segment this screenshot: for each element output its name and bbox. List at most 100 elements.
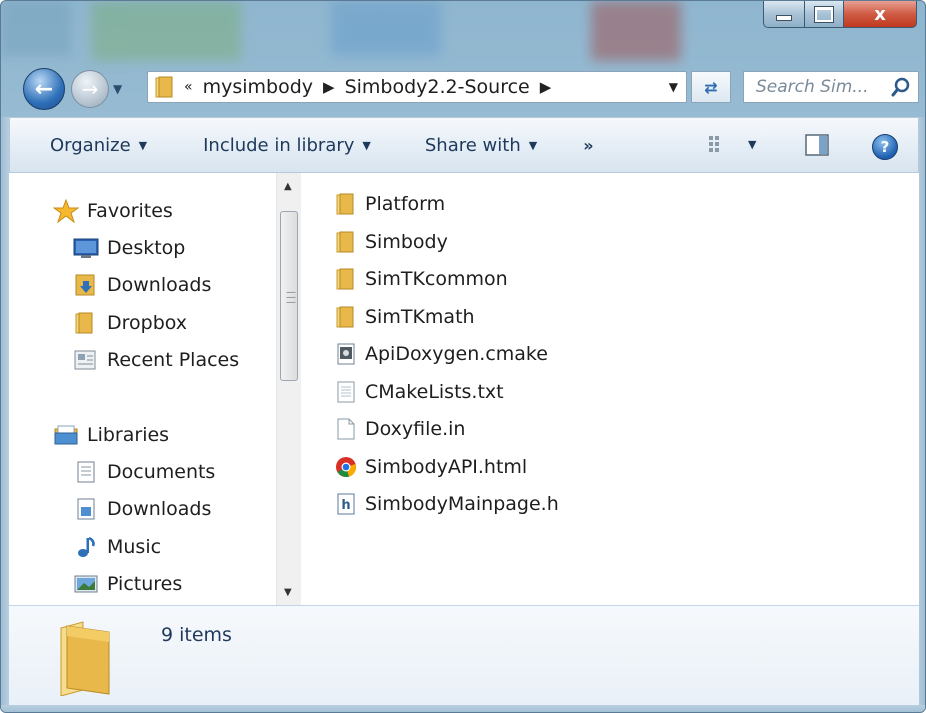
nav-favorites[interactable]: Favorites [53,199,173,223]
chevron-down-icon[interactable]: ▼ [748,138,756,151]
desktop-icon [73,238,99,258]
caption-buttons: x [763,1,917,28]
nav-favorites-label: Favorites [87,200,173,222]
file-item-simtkmath[interactable]: SimTKmath [335,305,475,329]
search-icon[interactable] [890,76,912,98]
music-note-icon [78,536,95,557]
frame-backdrop [91,1,241,61]
documents-icon [77,461,95,483]
breadcrumb-simbody-source[interactable]: Simbody2.2-Source [345,76,530,98]
nav-item-documents[interactable]: Documents [73,460,215,484]
address-dropdown-icon[interactable]: ▼ [669,80,678,94]
file-item-platform[interactable]: Platform [335,192,445,216]
breadcrumb-chevron-icon[interactable]: ▶ [540,78,552,96]
svg-text:h: h [341,498,350,513]
details-pane: 9 items [9,605,919,706]
nav-item-pictures[interactable]: Pictures [73,572,182,596]
back-button[interactable]: ← [23,68,65,110]
chevron-down-icon: ▼ [528,138,538,152]
blank-file-icon [337,418,355,440]
item-count: 9 items [161,624,232,646]
file-item-simbodymainpage-h[interactable]: h SimbodyMainpage.h [335,492,559,516]
maximize-button[interactable] [805,1,844,28]
navigation-pane: Favorites Desktop Downloads Dropbox Rece… [9,173,302,605]
file-item-simbodyapi-html[interactable]: SimbodyAPI.html [335,455,527,479]
recent-pages-dropdown[interactable]: ▼ [113,82,122,96]
maximize-icon [815,6,833,22]
nav-item-label: Documents [107,461,216,483]
forward-arrow-icon: → [81,77,99,101]
breadcrumb-mysimbody[interactable]: mysimbody [203,76,313,98]
frame-backdrop [331,1,441,56]
navigation-scrollbar[interactable]: ▲ — — — ▼ [276,173,301,605]
refresh-icon: ⇄ [704,77,718,97]
folder-icon [155,76,173,98]
details-view-icon [709,136,719,152]
nav-item-downloads[interactable]: Downloads [73,273,211,297]
address-bar[interactable]: « mysimbody ▶ Simbody2.2-Source ▶ ▼ [147,71,687,103]
chevron-down-icon: ▼ [362,138,371,152]
include-in-library-menu[interactable]: Include in library ▼ [203,135,371,156]
nav-item-label: Recent Places [107,349,240,371]
nav-item-dropbox[interactable]: Dropbox [73,311,187,335]
command-bar: Organize ▼ Include in library ▼ Share wi… [9,117,919,173]
search-placeholder: Search Sim... [756,77,869,97]
file-name: SimTKmath [365,306,475,328]
close-button[interactable]: x [844,1,917,28]
address-overflow-chevron[interactable]: « [184,79,193,95]
downloads-folder-icon [75,274,95,296]
explorer-window: x ← → ▼ « mysimbody ▶ Simbody2.2-Source … [0,0,926,713]
nav-item-downloads-library[interactable]: Downloads [73,497,211,521]
file-name: Simbody [365,231,448,253]
folder-icon [336,268,354,290]
preview-pane-icon[interactable] [805,134,829,156]
scroll-up-icon[interactable]: ▲ [284,181,292,192]
change-view-button[interactable]: ▼ [708,134,756,154]
refresh-button[interactable]: ⇄ [691,71,731,103]
nav-libraries[interactable]: Libraries [53,423,169,447]
nav-item-label: Desktop [107,237,186,259]
file-name: SimbodyMainpage.h [365,493,559,515]
share-with-label: Share with [424,134,521,156]
nav-item-music[interactable]: Music [73,535,161,559]
help-icon[interactable]: ? [872,134,898,160]
text-file-icon [337,381,355,403]
scrollbar-thumb[interactable]: — — — [280,211,298,381]
file-item-simtkcommon[interactable]: SimTKcommon [335,267,508,291]
search-input[interactable]: Search Sim... [743,71,919,103]
downloads-library-icon [77,498,95,520]
file-name: Platform [365,193,446,215]
file-list: Platform Simbody SimTKcommon SimTKmath A… [301,173,919,605]
file-item-simbody[interactable]: Simbody [335,230,448,254]
forward-button[interactable]: → [71,70,109,108]
minimize-button[interactable] [763,1,805,28]
more-commands-button[interactable]: » [583,136,593,155]
folder-icon [60,621,110,696]
file-item-doxyfile[interactable]: Doxyfile.in [335,417,465,441]
organize-menu[interactable]: Organize ▼ [50,135,147,156]
nav-libraries-label: Libraries [87,424,170,446]
grip-icon: — — — [286,287,296,308]
nav-item-label: Music [107,536,162,558]
file-item-cmakelists[interactable]: CMakeLists.txt [335,380,504,404]
frame-edge [1,117,9,707]
nav-item-label: Pictures [107,573,183,595]
share-with-menu[interactable]: Share with ▼ [425,135,537,156]
nav-item-label: Downloads [107,274,212,296]
folder-icon [336,193,354,215]
breadcrumb-chevron-icon[interactable]: ▶ [323,78,335,96]
navigation-bar: ← → ▼ « mysimbody ▶ Simbody2.2-Source ▶ … [1,59,925,115]
back-arrow-icon: ← [34,76,54,102]
nav-item-desktop[interactable]: Desktop [73,236,185,260]
file-item-apidoxygen-cmake[interactable]: ApiDoxygen.cmake [335,342,548,366]
file-name: Doxyfile.in [365,418,466,440]
cmake-file-icon [337,343,355,365]
pictures-icon [74,575,98,593]
chevron-down-icon: ▼ [138,138,148,152]
scroll-down-icon[interactable]: ▼ [284,587,292,598]
include-in-library-label: Include in library [203,134,355,156]
folder-icon [336,231,354,253]
nav-item-recent-places[interactable]: Recent Places [73,348,239,372]
file-name: SimbodyAPI.html [365,456,528,478]
chrome-html-file-icon [336,457,357,478]
